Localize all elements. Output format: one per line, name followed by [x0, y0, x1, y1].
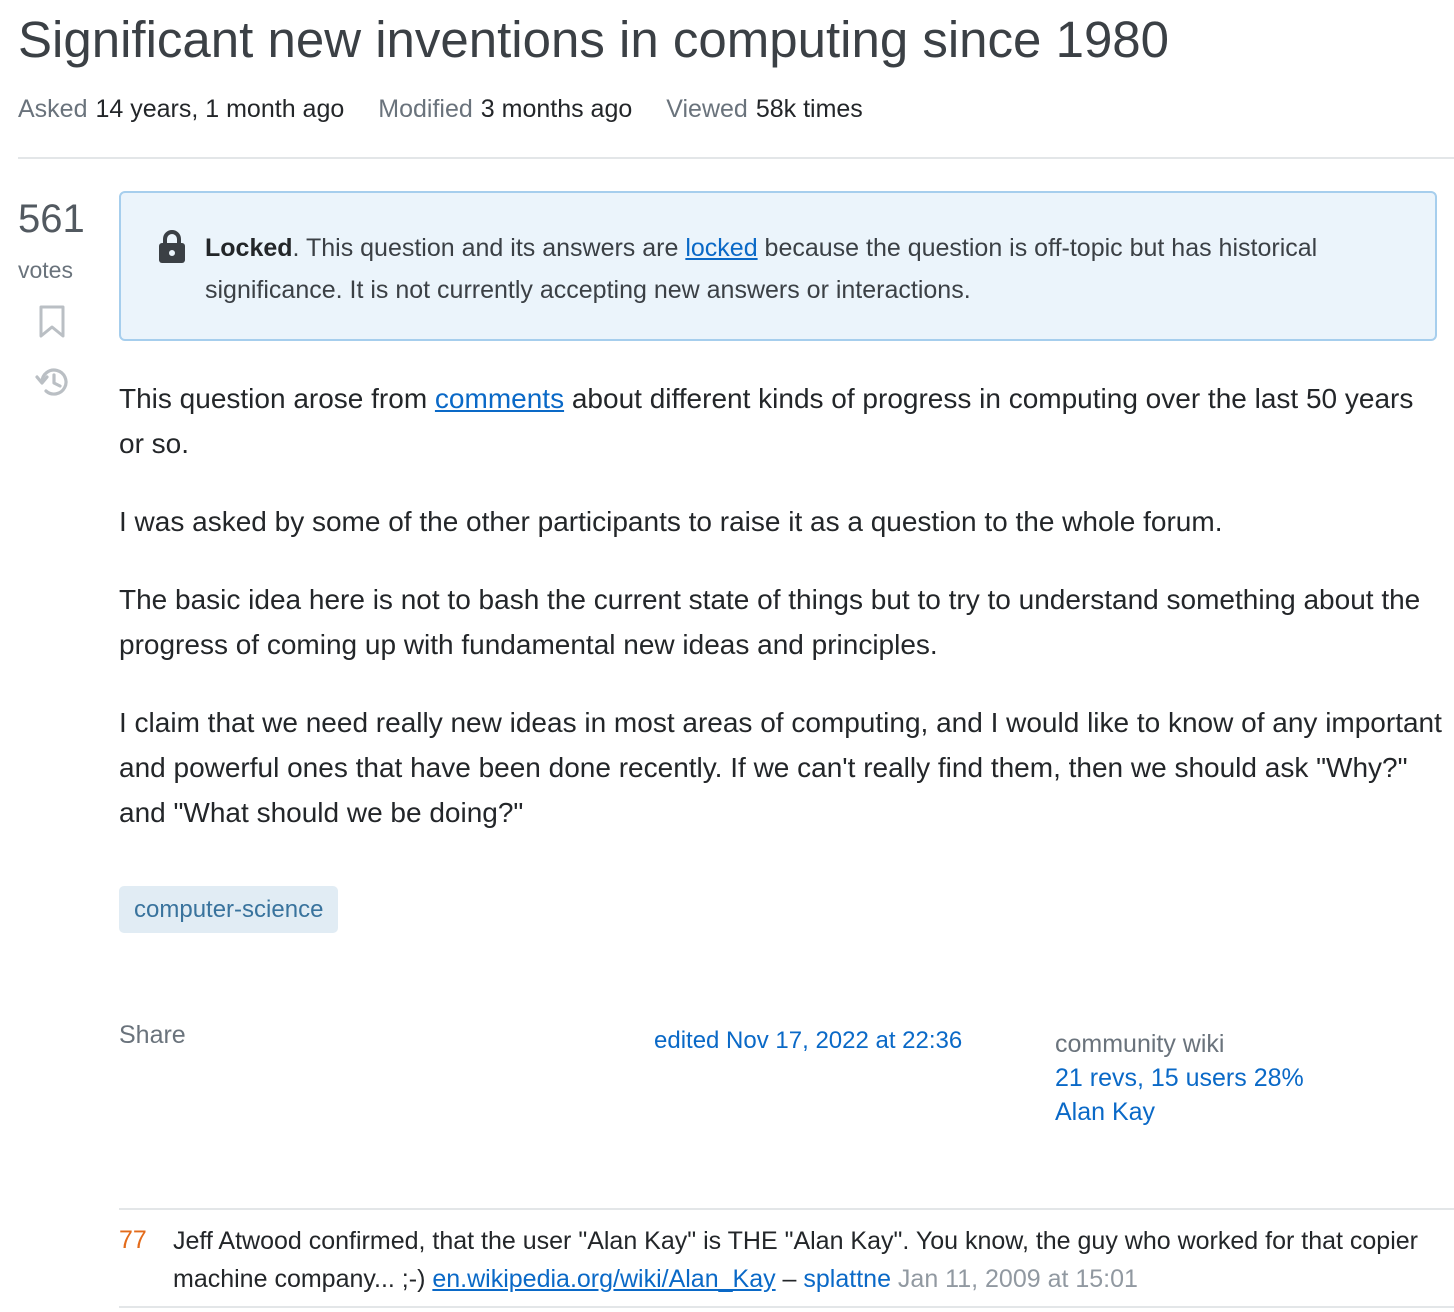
body-p1-before: This question arose from — [119, 383, 435, 414]
body-paragraph-1: This question arose from comments about … — [119, 376, 1444, 466]
comment-score: 77 — [119, 1226, 147, 1254]
comment-user-link[interactable]: splattne — [803, 1265, 891, 1293]
body-paragraph-2: I was asked by some of the other partici… — [119, 506, 1223, 537]
revisions-link[interactable]: 21 revs, 15 users 28% — [1055, 1061, 1304, 1095]
meta-modified-value[interactable]: 3 months ago — [481, 95, 633, 123]
author-link[interactable]: Alan Kay — [1055, 1095, 1304, 1129]
header-divider — [18, 157, 1454, 159]
question-title[interactable]: Significant new inventions in computing … — [18, 10, 1169, 70]
share-link[interactable]: Share — [119, 1021, 186, 1050]
meta-asked-value[interactable]: 14 years, 1 month ago — [95, 95, 344, 123]
meta-viewed-value: 58k times — [755, 95, 863, 123]
locked-notice-bold: Locked — [205, 234, 293, 262]
body-paragraph-3: The basic idea here is not to bash the c… — [119, 584, 1421, 660]
community-wiki-info: community wiki 21 revs, 15 users 28% Ala… — [1055, 1027, 1304, 1129]
locked-link[interactable]: locked — [685, 234, 757, 262]
locked-notice-text-1: . This question and its answers are — [292, 234, 686, 262]
meta-viewed: Viewed 58k times — [666, 94, 863, 124]
locked-notice-text: Locked. This question and its answers ar… — [205, 227, 1405, 311]
history-icon[interactable] — [34, 363, 72, 401]
comments-link[interactable]: comments — [435, 383, 564, 414]
question-body: This question arose from comments about … — [119, 376, 1444, 868]
meta-viewed-label: Viewed — [666, 95, 748, 123]
locked-notice: Locked. This question and its answers ar… — [119, 191, 1437, 341]
lock-icon — [159, 230, 185, 263]
meta-asked-label: Asked — [18, 95, 88, 123]
meta-modified: Modified 3 months ago — [378, 94, 632, 124]
tag-computer-science[interactable]: computer-science — [119, 886, 339, 933]
comment-date[interactable]: Jan 11, 2009 at 15:01 — [891, 1265, 1138, 1293]
question-page: Significant new inventions in computing … — [0, 0, 1454, 1312]
comments-divider-top — [119, 1208, 1454, 1210]
comment-dash: – — [775, 1265, 804, 1293]
meta-modified-label: Modified — [378, 95, 473, 123]
vote-count: 561 — [18, 197, 85, 241]
edited-link[interactable]: edited Nov 17, 2022 at 22:36 — [654, 1027, 962, 1055]
bookmark-icon[interactable] — [38, 305, 66, 339]
comment-body: Jeff Atwood confirmed, that the user "Al… — [173, 1222, 1423, 1298]
comments-divider-bottom — [119, 1306, 1454, 1308]
meta-asked: Asked 14 years, 1 month ago — [18, 94, 344, 124]
community-wiki-label: community wiki — [1055, 1030, 1225, 1058]
body-paragraph-4: I claim that we need really new ideas in… — [119, 707, 1442, 828]
vote-label: votes — [18, 257, 73, 283]
comment-wikipedia-link[interactable]: en.wikipedia.org/wiki/Alan_Kay — [432, 1265, 775, 1293]
question-meta: Asked 14 years, 1 month ago Modified 3 mon… — [18, 94, 897, 124]
